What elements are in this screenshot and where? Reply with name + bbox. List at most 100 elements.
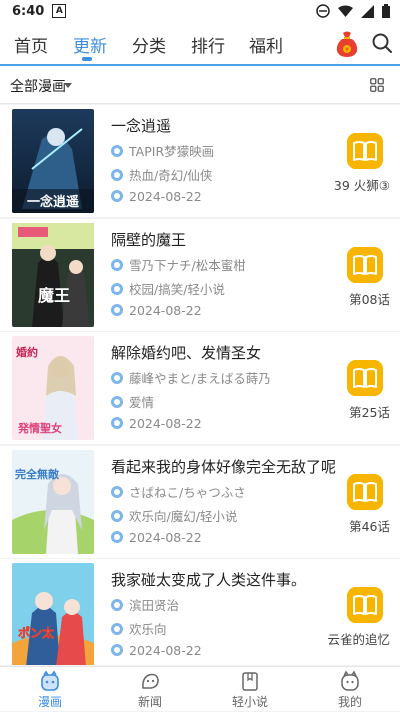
clock-icon <box>111 190 123 202</box>
tag-icon <box>111 169 123 181</box>
tags-text: 热血/奇幻/仙侠 <box>129 168 213 183</box>
author-icon <box>111 145 123 157</box>
latest-chapter: 云雀的追忆 <box>327 632 390 647</box>
search-icon[interactable] <box>370 31 394 55</box>
clock-icon <box>111 530 123 543</box>
author-icon <box>111 485 123 498</box>
comic-cover[interactable]: ポン太 <box>12 563 94 665</box>
date-text: 2024-08-22 <box>129 643 202 658</box>
bottom-tab-label: 新闻 <box>137 695 162 709</box>
comics-icon <box>41 670 59 691</box>
clock-icon <box>111 644 123 656</box>
date-text: 2024-08-22 <box>129 529 202 545</box>
news-icon <box>142 673 159 689</box>
list-item[interactable]: 完全無敵 看起来我的身体好像完全无敌了呢 さばねこ/ちゃつふさ 欢乐向/魔幻/轻… <box>0 445 400 558</box>
clock-icon <box>111 417 123 429</box>
author-text: 滨田贤治 <box>129 598 180 613</box>
author-text: TAPIR梦獴映画 <box>129 144 215 159</box>
comic-author: TAPIR梦獴映画 <box>111 141 336 160</box>
tags-text: 欢乐向/魔幻/轻小说 <box>129 508 238 524</box>
list-item[interactable]: 婚約 発情聖女 解除婚约吧、发情圣女 藤峰やまと/まえばる蒔乃 爱情 2024-… <box>0 332 400 444</box>
author-text: 藤峰やまと/まえばる蒔乃 <box>129 371 271 386</box>
tag-icon <box>111 396 123 408</box>
read-book-button[interactable] <box>347 133 383 169</box>
date-text: 2024-08-22 <box>129 302 202 318</box>
tag-icon <box>111 623 123 635</box>
profile-icon <box>341 670 359 691</box>
comic-date: 2024-08-22 <box>111 189 336 204</box>
signal-icon <box>361 4 374 18</box>
bottom-tab-me[interactable]: 我的 <box>310 667 390 712</box>
comic-author: 雪乃下ナチ/松本蜜柑 <box>111 255 336 274</box>
tags-text: 校园/搞笑/轻小说 <box>129 281 225 297</box>
top-nav: 首页 更新 分类 排行 福利 ¥ <box>0 22 400 66</box>
tab-categories[interactable]: 分类 <box>132 32 166 57</box>
comic-cover[interactable]: 魔王 <box>12 222 94 327</box>
comic-title[interactable]: 看起来我的身体好像完全无敌了呢 <box>111 456 336 477</box>
cover-title-text: ポン太 <box>18 625 55 640</box>
author-icon <box>111 372 123 384</box>
svg-text:¥: ¥ <box>345 47 349 54</box>
cover-title-text: 魔王 <box>38 286 70 305</box>
status-time: 6:40 <box>12 3 45 19</box>
bottom-tab-comics[interactable]: 漫画 <box>10 667 90 712</box>
comic-author: さばねこ/ちゃつふさ <box>111 482 336 501</box>
wifi-icon <box>338 5 353 17</box>
caret-down-icon[interactable] <box>64 83 72 88</box>
bottom-tab-light-novel[interactable]: 轻小说 <box>210 667 290 712</box>
comic-title[interactable]: 一念逍遥 <box>111 115 336 136</box>
comic-list[interactable]: 一念逍遥 一念逍遥 TAPIR梦獴映画 热血/奇幻/仙侠 2024-08-22 … <box>0 105 400 665</box>
list-item[interactable]: ポン太 我家碰太变成了人类这件事。 滨田贤治 欢乐向 2024-08-22 云雀… <box>0 559 400 665</box>
comic-title[interactable]: 我家碰太变成了人类这件事。 <box>111 569 336 590</box>
latest-chapter: 第46话 <box>349 518 390 534</box>
comic-author: 滨田贤治 <box>111 595 336 614</box>
read-book-button[interactable] <box>347 360 383 396</box>
list-item[interactable]: 魔王 隔壁的魔王 雪乃下ナチ/松本蜜柑 校园/搞笑/轻小说 2024-08-22… <box>0 218 400 331</box>
filter-dropdown[interactable]: 全部漫画 <box>10 76 66 96</box>
comic-date: 2024-08-22 <box>111 303 336 318</box>
grid-view-icon[interactable] <box>370 78 384 92</box>
light-novel-icon <box>242 672 258 691</box>
comic-tags: 爱情 <box>111 392 336 411</box>
author-text: さばねこ/ちゃつふさ <box>129 484 246 500</box>
lucky-bag-icon[interactable]: ¥ <box>334 30 360 58</box>
cover-title-text: 発情聖女 <box>17 421 62 435</box>
tab-home[interactable]: 首页 <box>14 32 48 57</box>
cover-title-text: 一念逍遥 <box>27 194 79 210</box>
tab-ranking[interactable]: 排行 <box>191 32 225 57</box>
svg-text:婚約: 婚約 <box>16 345 38 359</box>
date-text: 2024-08-22 <box>129 189 202 204</box>
tags-text: 爱情 <box>129 395 155 410</box>
comic-tags: 校园/搞笑/轻小说 <box>111 279 336 298</box>
battery-icon <box>382 4 390 18</box>
comic-date: 2024-08-22 <box>111 530 336 545</box>
comic-title[interactable]: 解除婚约吧、发情圣女 <box>111 342 336 363</box>
status-icons <box>316 4 390 18</box>
filter-bar: 全部漫画 <box>0 66 400 104</box>
comic-author: 藤峰やまと/まえばる蒔乃 <box>111 368 336 387</box>
author-icon <box>111 599 123 611</box>
author-text: 雪乃下ナチ/松本蜜柑 <box>129 257 246 273</box>
tag-icon <box>111 282 123 295</box>
comic-title[interactable]: 隔壁的魔王 <box>111 229 336 250</box>
comic-date: 2024-08-22 <box>111 643 336 658</box>
read-book-button[interactable] <box>347 587 383 623</box>
notification-icon: A <box>52 4 67 18</box>
comic-cover[interactable]: 婚約 発情聖女 <box>12 336 94 440</box>
bottom-tab-label: 漫画 <box>37 695 62 709</box>
list-item[interactable]: 一念逍遥 一念逍遥 TAPIR梦獴映画 热血/奇幻/仙侠 2024-08-22 … <box>0 105 400 217</box>
bottom-tab-news[interactable]: 新闻 <box>110 667 190 712</box>
read-book-button[interactable] <box>347 246 383 283</box>
bottom-tab-label: 轻小说 <box>231 695 268 709</box>
tab-updates[interactable]: 更新 <box>73 32 107 57</box>
tab-welfare[interactable]: 福利 <box>249 32 283 57</box>
cover-title-text: 完全無敵 <box>15 467 60 481</box>
clock-icon <box>111 303 123 316</box>
comic-tags: 欢乐向 <box>111 619 336 638</box>
read-book-button[interactable] <box>347 473 383 510</box>
tags-text: 欢乐向 <box>129 622 167 637</box>
date-text: 2024-08-22 <box>129 416 202 431</box>
latest-chapter: 39 火狮③ <box>333 178 390 193</box>
comic-cover[interactable]: 完全無敵 <box>12 449 94 554</box>
comic-cover[interactable]: 一念逍遥 <box>12 109 94 213</box>
